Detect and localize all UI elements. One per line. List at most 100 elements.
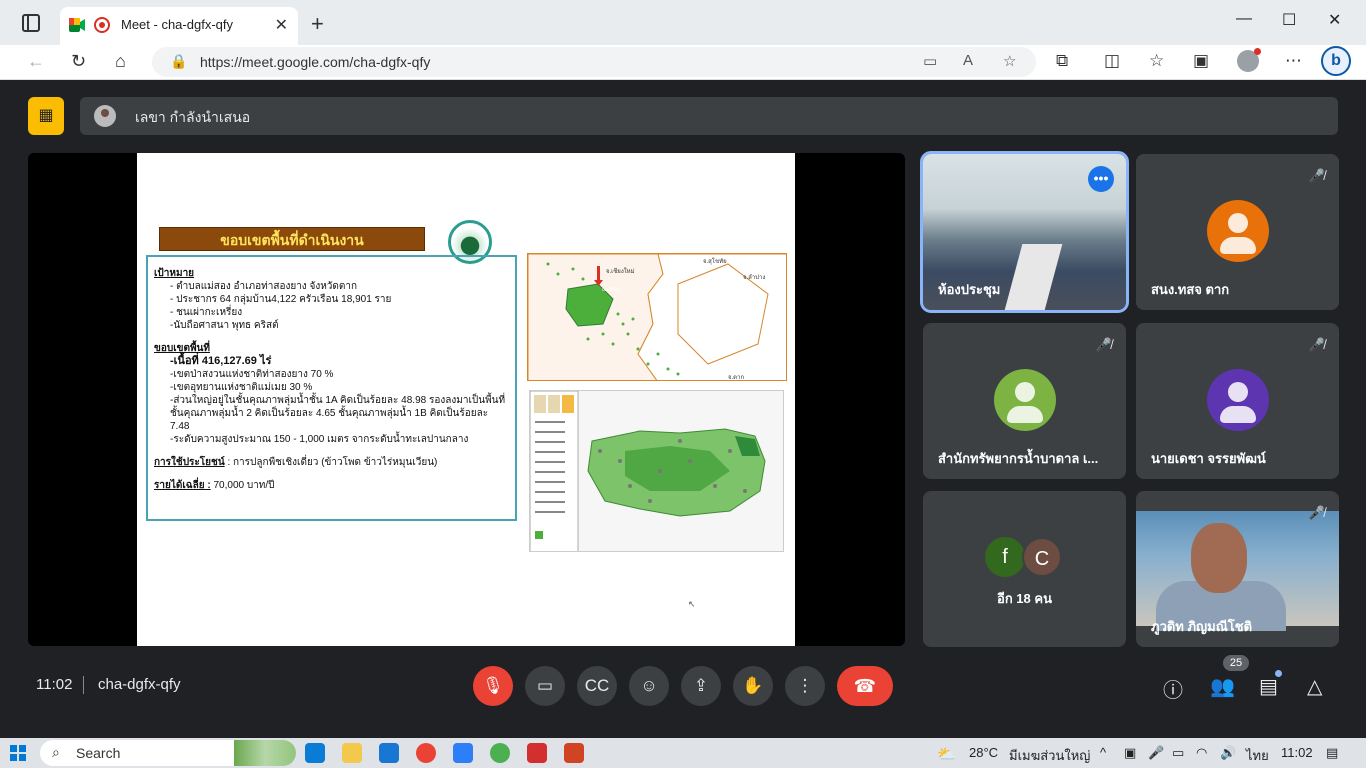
avatar: C [1022, 537, 1062, 577]
goal-line: - ชนเผ่ากะเหรี่ยง [170, 307, 243, 318]
volume-icon[interactable]: 🔊 [1220, 745, 1236, 761]
microphone-icon[interactable]: 🎤 [1148, 745, 1164, 761]
map-label: แม่สอง [602, 287, 621, 293]
area-line: -ส่วนใหญ่อยู่ในชั้นคุณภาพลุ่มน้ำชั้น 1A … [170, 395, 506, 432]
income-text: 70,000 บาท/ปี [213, 480, 275, 491]
refresh-icon[interactable]: ↻ [71, 51, 86, 72]
qgis-app-icon[interactable] [490, 743, 510, 763]
mic-off-icon: 🎤̸ [1308, 337, 1325, 352]
use-text: : การปลูกพืชเชิงเดี่ยว (ข้าวโพด ข้าวไร่ห… [227, 457, 438, 468]
map-label: จ.สุโขทัย [703, 259, 727, 265]
browser-tab[interactable]: Meet - cha-dgfx-qfy ✕ [60, 7, 298, 45]
participant-name: สนง.ทสจ ตาก [1151, 282, 1230, 297]
taskbar-clock[interactable]: 11:02 [1281, 745, 1313, 760]
camera-icon[interactable]: ▭ [923, 52, 937, 70]
weather-temp[interactable]: 28°C [969, 745, 998, 760]
avatar [994, 369, 1056, 431]
weather-icon[interactable]: ⛅ [937, 745, 956, 763]
participant-tile[interactable]: 🎤̸ สนง.ทสจ ตาก [1136, 154, 1339, 310]
participant-tile[interactable]: 🎤̸ ภูวดิท ภิญมณีโชติ [1136, 491, 1339, 647]
battery-icon[interactable]: ▭ [1172, 745, 1184, 761]
slide-title: ขอบเขตพื้นที่ดำเนินงาน [159, 227, 425, 251]
presentation-stage[interactable]: ขอบเขตพื้นที่ดำเนินงาน เป้าหมาย - ตำบลแม… [28, 153, 905, 646]
maximize-button[interactable]: ☐ [1282, 10, 1296, 30]
people-icon[interactable]: 👥 [1210, 674, 1235, 699]
mic-off-icon: 🎤̸ [1095, 337, 1112, 352]
more-options-button[interactable]: ⋮ [785, 666, 825, 706]
back-arrow-icon[interactable]: ← [27, 51, 45, 72]
presenting-text: เลขา กำลังนำเสนอ [135, 109, 251, 125]
wifi-icon[interactable]: ◠ [1196, 745, 1207, 761]
close-window-button[interactable]: ✕ [1328, 10, 1341, 30]
close-tab-icon[interactable]: ✕ [275, 15, 288, 35]
favorite-star-icon[interactable]: ☆ [1003, 52, 1016, 70]
chat-icon[interactable]: ▤ [1259, 674, 1278, 699]
taskbar-search[interactable]: ⌕ Search [40, 740, 296, 766]
meeting-info-icon[interactable]: ⓘ [1163, 674, 1183, 703]
mic-toggle-button[interactable]: 🎙 [473, 666, 513, 706]
edge-app-icon[interactable] [305, 743, 325, 763]
tab-title: Meet - cha-dgfx-qfy [121, 17, 233, 32]
map-label: จ.เชียงใหม่ [606, 269, 635, 275]
slide-textbox: เป้าหมาย - ตำบลแม่สอง อำเภอท่าสองยาง จัง… [146, 255, 517, 521]
more-participants-tile[interactable]: f C อีก 18 คน [923, 491, 1126, 647]
input-language[interactable]: ไทย [1246, 745, 1269, 766]
split-screen-icon[interactable]: ◫ [1104, 51, 1120, 71]
tab-actions-icon[interactable] [22, 14, 40, 32]
reactions-button[interactable]: ☺ [629, 666, 669, 706]
acrobat-app-icon[interactable] [527, 743, 547, 763]
presenting-banner: เลขา กำลังนำเสนอ [80, 97, 1338, 135]
participant-tile[interactable]: 🎤̸ นายเดชา จรรยพัฒน์ [1136, 323, 1339, 479]
mail-app-icon[interactable] [379, 743, 399, 763]
powerpoint-app-icon[interactable] [564, 743, 584, 763]
minimize-button[interactable]: — [1236, 10, 1252, 28]
more-menu-icon[interactable]: ⋯ [1285, 51, 1302, 71]
file-explorer-icon[interactable] [342, 743, 362, 763]
read-aloud-icon[interactable]: A [963, 52, 973, 69]
map-label: จ.ตาก [728, 375, 745, 381]
favorites-icon[interactable]: ☆ [1149, 51, 1164, 71]
extensions-icon[interactable]: ⧉ [1056, 51, 1068, 71]
participant-tile[interactable]: ••• ห้องประชุม [920, 151, 1129, 313]
leave-call-button[interactable]: ☎ [837, 666, 893, 706]
search-placeholder: Search [76, 745, 121, 761]
tray-chevron-icon[interactable]: ^ [1100, 745, 1106, 760]
mouse-cursor-icon: ↖ [688, 599, 696, 609]
present-button[interactable]: ⇪ [681, 666, 721, 706]
bing-chat-icon[interactable]: b [1321, 46, 1351, 76]
url-text: https://meet.google.com/cha-dgfx-qfy [200, 54, 431, 70]
camera-toggle-button[interactable]: ▭ [525, 666, 565, 706]
zoom-app-icon[interactable] [453, 743, 473, 763]
profile-avatar[interactable] [1237, 48, 1261, 72]
meeting-time: 11:02 [36, 676, 73, 693]
address-bar[interactable]: 🔒 https://meet.google.com/cha-dgfx-qfy ▭… [152, 47, 1036, 77]
participant-tile[interactable]: 🎤̸ สำนักทรัพยากรน้ำบาดาล เ... [923, 323, 1126, 479]
home-icon[interactable]: ⌂ [115, 51, 126, 72]
google-meet-icon [69, 18, 85, 32]
notifications-icon[interactable]: ▤ [1326, 745, 1338, 761]
avatar [1207, 369, 1269, 431]
shared-slide: ขอบเขตพื้นที่ดำเนินงาน เป้าหมาย - ตำบลแม… [137, 153, 795, 646]
chrome-app-icon[interactable] [416, 743, 436, 763]
windows-start-icon[interactable] [10, 745, 26, 761]
area-header: ขอบเขตพื้นที่ [154, 343, 210, 354]
map-label: จ.ลำปาง [743, 275, 766, 281]
divider [83, 676, 84, 694]
area-line: -เขตอุทยานแห่งชาติแม่เมย 30 % [170, 382, 313, 393]
lock-icon[interactable]: 🔒 [170, 53, 187, 70]
raise-hand-button[interactable]: ✋ [733, 666, 773, 706]
presentation-icon[interactable]: ▦ [28, 97, 64, 135]
speaking-indicator-icon: ••• [1088, 166, 1114, 192]
area-line: -เขตป่าสงวนแห่งชาติท่าสองยาง 70 % [170, 369, 334, 380]
captions-button[interactable]: CC [577, 666, 617, 706]
presenter-avatar [94, 105, 116, 127]
windows-taskbar: ⌕ Search ⛅ 28°C มีเมฆส่วนใหญ่ ^ ▣ 🎤 ▭ ◠ … [0, 738, 1366, 768]
activities-icon[interactable]: △ [1307, 674, 1322, 699]
weather-desc[interactable]: มีเมฆส่วนใหญ่ [1009, 745, 1090, 766]
avatar [1207, 200, 1269, 262]
tray-app-icon[interactable]: ▣ [1124, 745, 1136, 761]
new-tab-button[interactable]: + [311, 11, 324, 37]
income-header: รายได้เฉลี่ย : [154, 480, 211, 491]
goal-line: -นับถือศาสนา พุทธ คริสต์ [170, 320, 279, 331]
collections-icon[interactable]: ▣ [1193, 51, 1209, 71]
